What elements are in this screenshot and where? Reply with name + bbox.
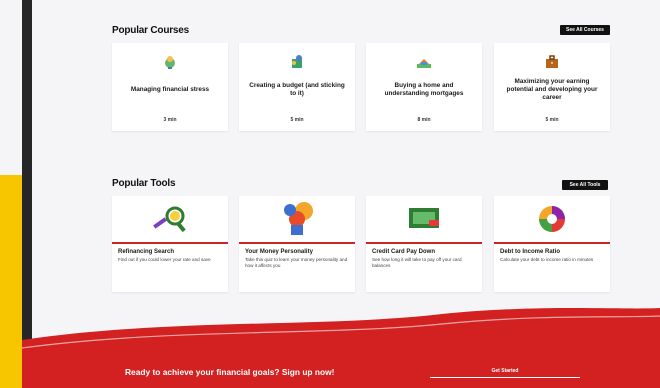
money-personality-icon: [239, 196, 355, 244]
tool-name: Credit Card Pay Down: [372, 249, 436, 255]
tool-name: Debt to Income Ratio: [500, 249, 561, 255]
tools-section-title: Popular Tools: [112, 178, 176, 189]
get-started-button[interactable]: Get Started: [430, 365, 580, 378]
see-all-tools-button[interactable]: See All Tools: [562, 180, 608, 190]
magnifier-icon: [112, 196, 228, 244]
signup-banner: Ready to achieve your financial goals? S…: [22, 300, 660, 388]
course-card[interactable]: Managing financial stress 3 min: [112, 43, 228, 131]
course-duration: 3 min: [163, 117, 177, 123]
pie-chart-icon: [494, 196, 610, 244]
tool-description: Take this quiz to learn your money perso…: [245, 257, 348, 268]
credit-card-icon: [366, 196, 482, 244]
tool-card[interactable]: Credit Card Pay Down See how long it wil…: [366, 196, 482, 292]
course-card[interactable]: Creating a budget (and sticking to it) 5…: [239, 43, 355, 131]
course-title: Creating a budget (and sticking to it): [249, 82, 345, 97]
courses-section-title: Popular Courses: [112, 25, 190, 36]
course-card[interactable]: Maximizing your earning potential and de…: [494, 43, 610, 131]
tool-name: Refinancing Search: [118, 249, 175, 255]
course-duration: 5 min: [290, 117, 304, 123]
tool-description: Find out if you could lower your rate an…: [118, 257, 211, 262]
course-duration: 5 min: [545, 117, 559, 123]
tool-description: See how long it will take to pay off you…: [372, 257, 462, 268]
piggy-bank-icon: [161, 53, 179, 71]
cta-text: Ready to achieve your financial goals? S…: [125, 367, 335, 377]
course-card[interactable]: Buying a home and understanding mortgage…: [366, 43, 482, 131]
course-title: Managing financial stress: [130, 86, 210, 93]
briefcase-icon: [543, 53, 561, 71]
course-title: Buying a home and understanding mortgage…: [384, 82, 464, 97]
tool-description: Calculate your debt to income ratio in m…: [500, 257, 594, 262]
tool-card[interactable]: Your Money Personality Take this quiz to…: [239, 196, 355, 292]
course-title: Maximizing your earning potential and de…: [506, 78, 598, 101]
course-duration: 8 min: [417, 117, 431, 123]
house-icon: [415, 53, 433, 71]
tool-card[interactable]: Debt to Income Ratio Calculate your debt…: [494, 196, 610, 292]
see-all-courses-button[interactable]: See All Courses: [560, 25, 610, 35]
budget-icon: [288, 53, 306, 71]
side-decoration: [0, 175, 22, 388]
tool-card[interactable]: Refinancing Search Find out if you could…: [112, 196, 228, 292]
tool-name: Your Money Personality: [245, 249, 313, 255]
